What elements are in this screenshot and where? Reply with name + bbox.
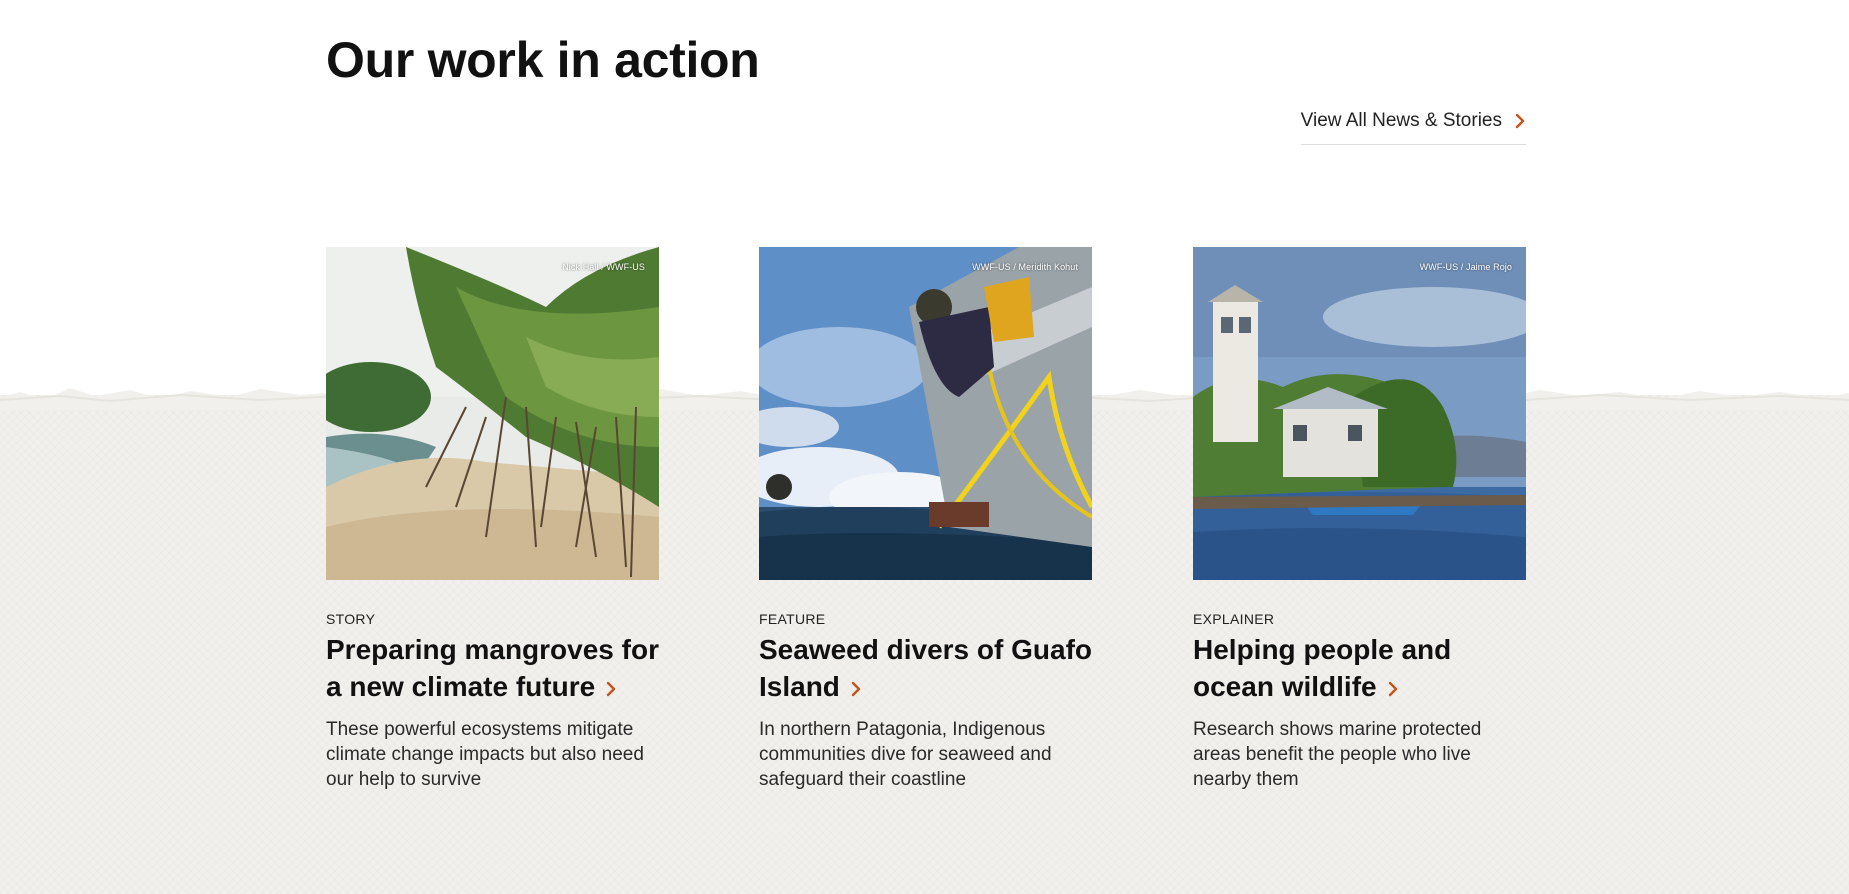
photo-credit: WWF-US / Jaime Rojo [1419,262,1512,272]
divers-photo [759,247,1092,580]
card-title-text: Seaweed divers of Guafo Island [759,634,1092,702]
island-photo [1193,247,1526,580]
section-title: Our work in action [326,32,760,88]
card-description: These powerful ecosystems mitigate clima… [326,719,644,790]
photo-credit: WWF-US / Meridith Kohut [972,262,1078,272]
story-card: Nick Hall / WWF-US STORY Preparing mangr… [326,247,659,792]
card-image-island[interactable]: WWF-US / Jaime Rojo [1193,247,1526,580]
card-type-label: FEATURE [759,611,826,627]
card-title-link[interactable]: Helping people and ocean wildlife [1193,631,1526,705]
card-image-mangroves[interactable]: Nick Hall / WWF-US [326,247,659,580]
chevron-right-icon [851,681,861,697]
feature-card: WWF-US / Meridith Kohut FEATURE Seaweed … [759,247,1092,792]
card-title-link[interactable]: Preparing mangroves for a new climate fu… [326,631,659,705]
card-type-label: EXPLAINER [1193,611,1275,627]
card-title-link[interactable]: Seaweed divers of Guafo Island [759,631,1092,705]
card-image-seaweed-divers[interactable]: WWF-US / Meridith Kohut [759,247,1092,580]
chevron-right-icon [1515,113,1525,129]
card-description: Research shows marine protected areas be… [1193,719,1482,790]
mangrove-photo [326,247,659,580]
card-type-label: STORY [326,611,376,627]
photo-credit: Nick Hall / WWF-US [562,262,645,272]
work-in-action-section: Our work in action View All News & Stori… [326,0,1526,894]
chevron-right-icon [606,681,616,697]
chevron-right-icon [1388,681,1397,697]
explainer-card: WWF-US / Jaime Rojo EXPLAINER Helping pe… [1193,247,1526,792]
card-title-text: Helping people and ocean wildlife [1193,634,1452,702]
view-all-label: View All News & Stories [1300,110,1502,131]
card-description: In northern Patagonia, Indigenous commun… [759,719,1052,790]
view-all-news-link[interactable]: View All News & Stories [1300,110,1526,145]
